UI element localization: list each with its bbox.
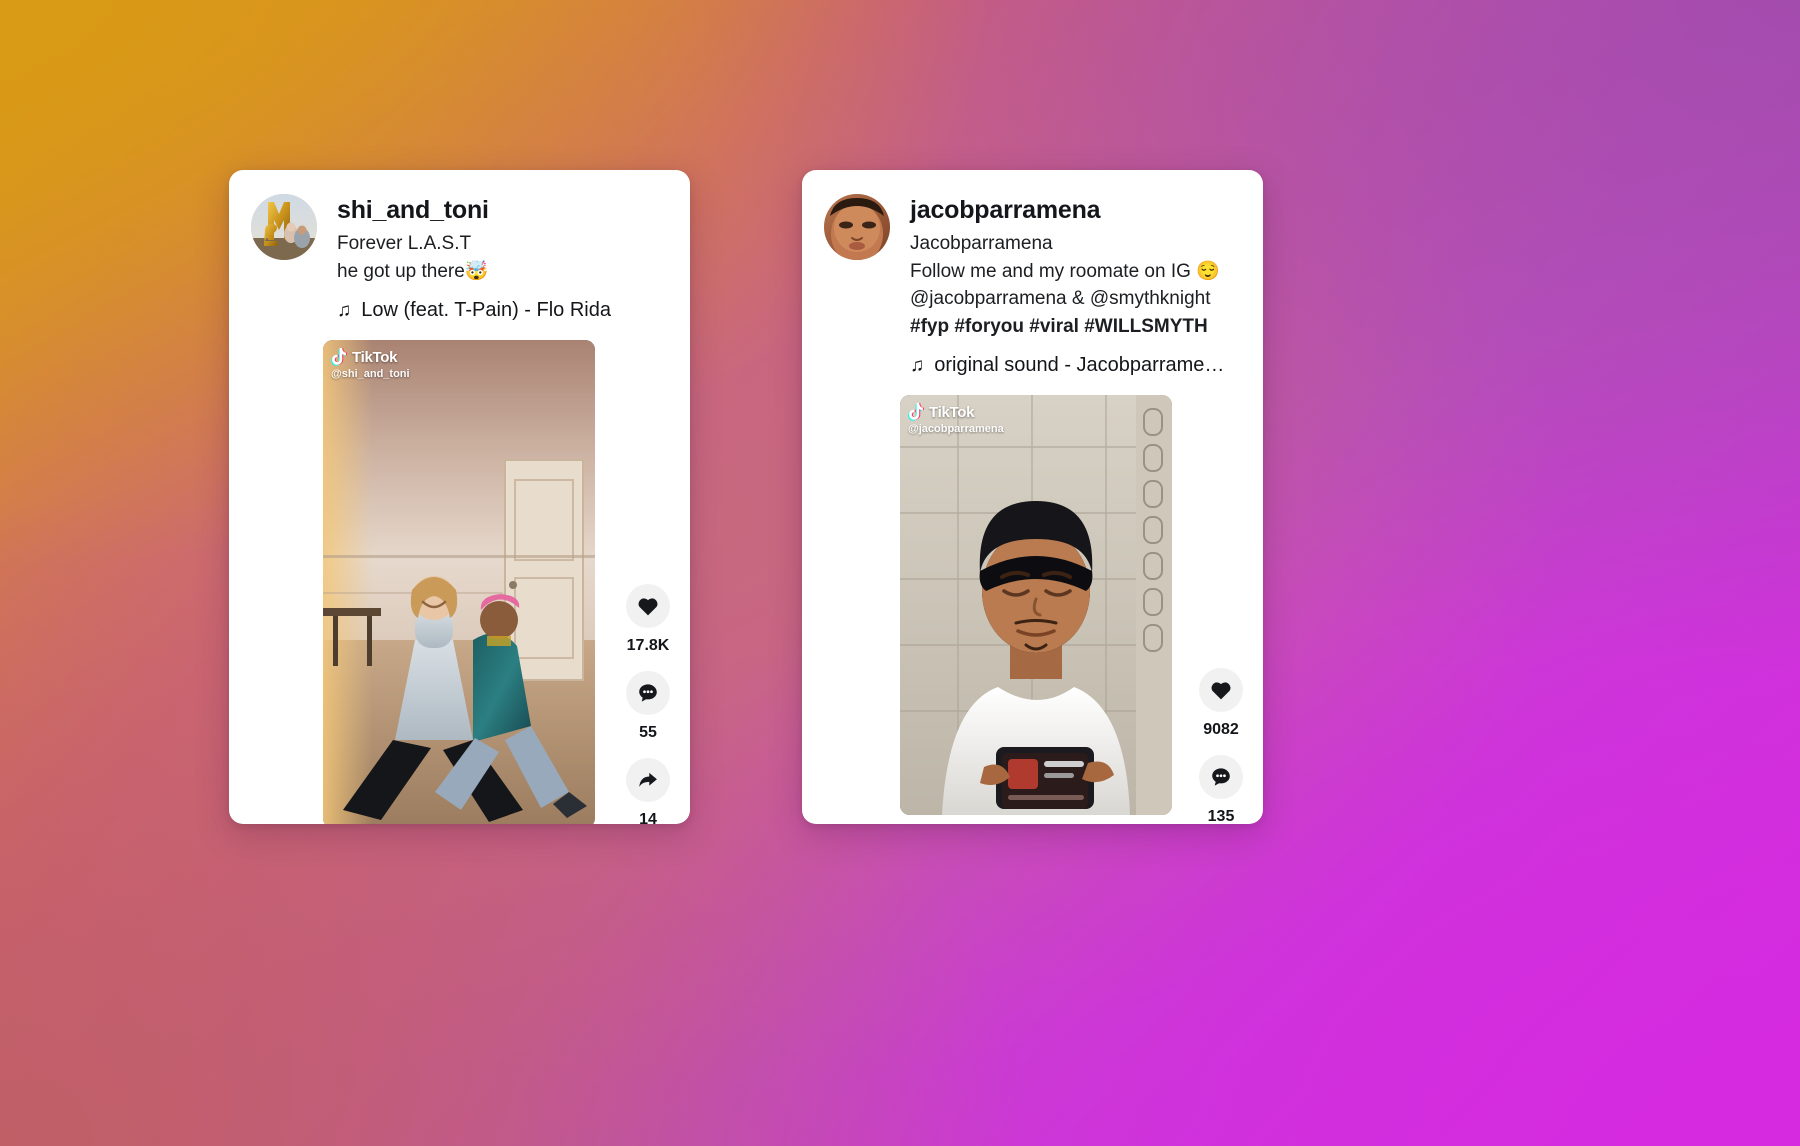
avatar[interactable] [824, 194, 890, 260]
caption: Follow me and my roomate on IG 😌 @jacobp… [910, 258, 1241, 341]
metric-likes: 9082 [1199, 668, 1243, 739]
engagement-metrics: 9082 135 [1199, 668, 1243, 824]
music-title: Low (feat. T-Pain) - Flo Rida [361, 299, 611, 322]
caption-emoji: 😌 [1196, 260, 1220, 282]
tiktok-post-card-2[interactable]: jacobparramena Jacobparramena Follow me … [802, 170, 1263, 824]
caption-mention-2[interactable]: @smythknight [1090, 288, 1211, 309]
video-frame-image [323, 340, 595, 824]
comment-icon[interactable] [1199, 755, 1243, 799]
like-count: 17.8K [626, 637, 670, 654]
share-icon[interactable] [626, 758, 670, 802]
comment-count: 55 [639, 724, 657, 741]
engagement-metrics: 17.8K 55 14 [626, 584, 670, 824]
display-name: Jacobparramena [910, 232, 1053, 254]
caption: he got up there🤯 [337, 260, 489, 282]
username[interactable]: shi_and_toni [337, 196, 668, 225]
music-row[interactable]: ♫ Low (feat. T-Pain) - Flo Rida [229, 299, 690, 322]
caption-hashtag-last[interactable]: #WILLSMYTH [1084, 316, 1208, 337]
music-note-icon: ♫ [910, 355, 925, 377]
card-2-head-text: jacobparramena Jacobparramena Follow me … [910, 194, 1241, 340]
video-thumbnail[interactable]: TikTok @jacobparramena [900, 395, 1172, 816]
metric-likes: 17.8K [626, 584, 670, 655]
comment-count: 135 [1207, 808, 1235, 824]
share-count: 14 [639, 811, 657, 824]
music-row[interactable]: ♫ original sound - Jacobparrame… [802, 354, 1263, 377]
comment-icon[interactable] [626, 671, 670, 715]
metric-comments: 55 [626, 671, 670, 742]
cards-stage: shi_and_toni Forever L.A.S.T he got up t… [0, 0, 1800, 1146]
avatar[interactable] [251, 194, 317, 260]
heart-icon[interactable] [1199, 668, 1243, 712]
like-count: 9082 [1203, 721, 1239, 738]
card-2-header: jacobparramena Jacobparramena Follow me … [802, 170, 1263, 340]
tiktok-post-card-1[interactable]: shi_and_toni Forever L.A.S.T he got up t… [229, 170, 690, 824]
caption-line-1: Follow me and my roomate on IG [910, 260, 1191, 282]
heart-icon[interactable] [626, 584, 670, 628]
caption-mention-1[interactable]: @jacobparramena & [910, 288, 1085, 309]
metric-shares: 14 [626, 758, 670, 824]
music-note-icon: ♫ [337, 300, 352, 322]
card-1-head-text: shi_and_toni Forever L.A.S.T he got up t… [337, 194, 668, 285]
video-frame-image [900, 395, 1172, 816]
metric-comments: 135 [1199, 755, 1243, 824]
username[interactable]: jacobparramena [910, 196, 1241, 225]
card-1-header: shi_and_toni Forever L.A.S.T he got up t… [229, 170, 690, 285]
caption-hashtags[interactable]: #fyp #foryou #viral [910, 316, 1079, 337]
music-title: original sound - Jacobparrame… [934, 354, 1225, 377]
display-name: Forever L.A.S.T [337, 232, 472, 254]
video-thumbnail[interactable]: TikTok @shi_and_toni [323, 340, 595, 824]
